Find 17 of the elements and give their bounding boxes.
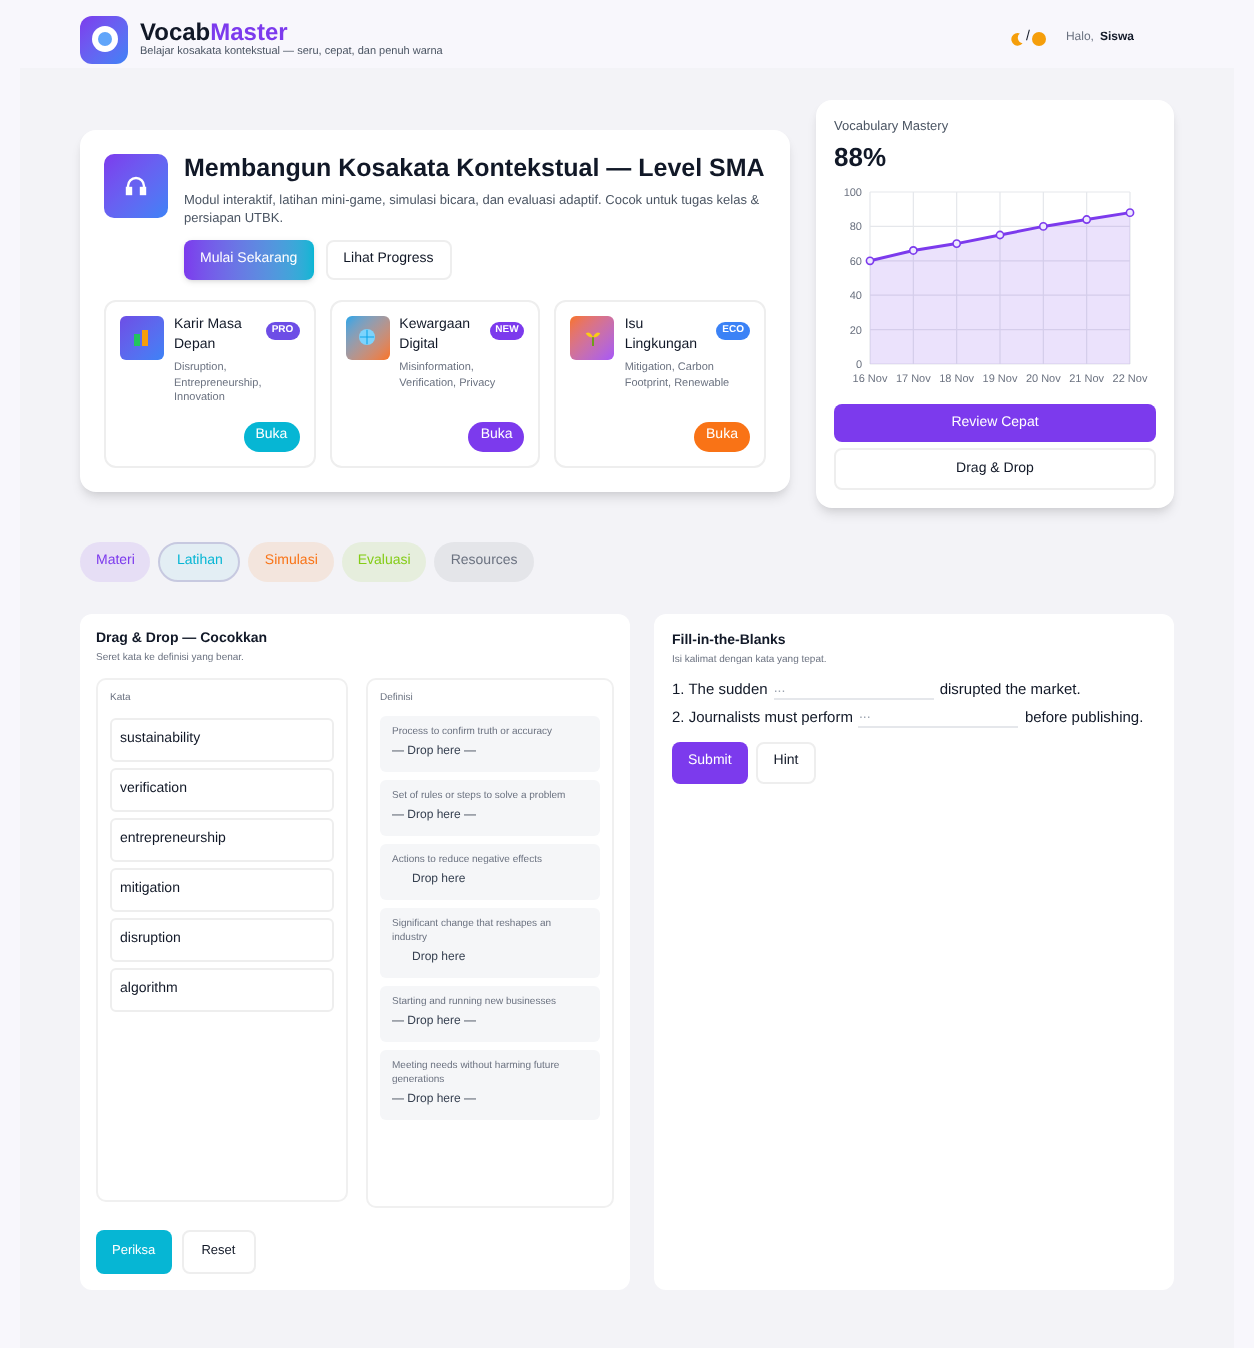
- point: [952, 239, 962, 249]
- point: [1038, 222, 1048, 232]
- point: [1125, 208, 1135, 218]
- globe-icon: [358, 328, 377, 347]
- point: [865, 256, 875, 266]
- sun-icon: [1031, 32, 1046, 46]
- logo-icon: [80, 15, 128, 63]
- brand-name: VocabMaster: [140, 19, 290, 44]
- headphones-icon: [104, 154, 168, 218]
- mastery-value: 88%: [834, 139, 889, 176]
- moon-icon: [1010, 32, 1025, 46]
- point: [995, 231, 1005, 240]
- hero-title: Membangun Kosakata Kontekstual — Level SMA: [184, 154, 766, 186]
- chart-icon: [134, 329, 150, 346]
- sprout-icon: [583, 328, 602, 347]
- point: [908, 246, 918, 256]
- point: [1082, 215, 1092, 225]
